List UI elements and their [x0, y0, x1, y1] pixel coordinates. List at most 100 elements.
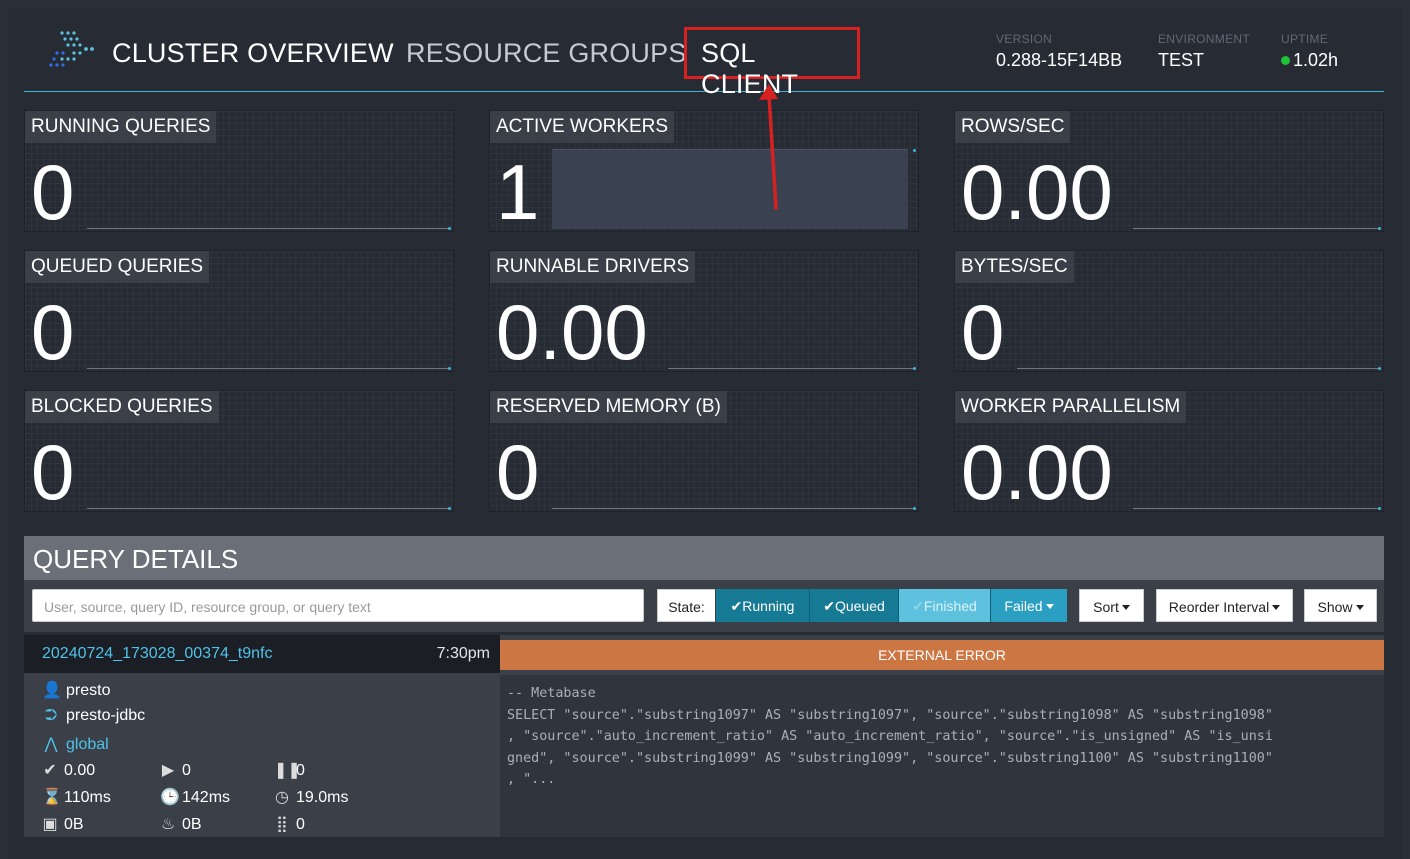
sparkline: [668, 368, 914, 369]
annotation-arrow-icon: [759, 84, 778, 210]
pause-icon: ❚❚: [274, 762, 301, 779]
sparkline-dot: [448, 367, 451, 370]
stat-title: RUNNING QUERIES: [25, 111, 217, 143]
stat-title: ACTIVE WORKERS: [490, 111, 675, 143]
elapsed-time: 🕒 142ms: [160, 787, 230, 807]
sparkline-dot: [1378, 507, 1381, 510]
sort-label: Sort: [1093, 599, 1119, 615]
query-list-item: 20240724_173028_00374_t9nfc 7:30pm EXTER…: [24, 635, 1384, 837]
environment-info: ENVIRONMENT TEST: [1158, 32, 1250, 71]
nav-resource-groups[interactable]: RESOURCE GROUPS: [406, 38, 687, 69]
environment-label: ENVIRONMENT: [1158, 32, 1250, 46]
memory: ▣ 0B: [42, 814, 83, 834]
query-time: 7:30pm: [436, 645, 490, 662]
elapsed-time-value: 142ms: [182, 789, 231, 806]
queued-splits-value: 0: [296, 762, 305, 779]
stat-title: QUEUED QUERIES: [25, 251, 210, 283]
stat-title: RUNNABLE DRIVERS: [490, 251, 696, 283]
query-sql-text[interactable]: -- Metabase SELECT "source"."substring10…: [500, 675, 1384, 837]
stat-title: RESERVED MEMORY (B): [490, 391, 727, 423]
uptime-value: 1.02h: [1293, 50, 1339, 70]
sparkline: [87, 368, 449, 369]
query-user: 👤 presto: [42, 680, 110, 700]
filter-finished-button[interactable]: ✔Finished: [898, 589, 990, 622]
peak-memory-value: 0B: [182, 816, 202, 833]
stat-value: 0.00: [496, 288, 648, 376]
stat-reserved-memory: RESERVED MEMORY (B) 0: [489, 390, 919, 516]
stat-title: ROWS/SEC: [955, 111, 1071, 143]
query-user-value: presto: [66, 682, 111, 699]
user-icon: 👤: [42, 682, 62, 699]
play-icon: ▶: [161, 762, 175, 779]
filter-queued-button[interactable]: ✔Queued: [809, 589, 898, 622]
running-splits-value: 0: [182, 762, 191, 779]
fire-icon: ♨: [160, 816, 176, 833]
caret-down-icon: [1355, 605, 1364, 610]
show-label: Show: [1317, 599, 1353, 615]
filter-failed-label: Failed: [1004, 598, 1043, 614]
stat-title: WORKER PARALLELISM: [955, 391, 1187, 423]
road-icon: ⋀: [44, 736, 58, 753]
show-dropdown[interactable]: Show: [1304, 589, 1377, 622]
stat-value: 0: [961, 288, 1005, 376]
caret-down-icon: [1121, 605, 1130, 610]
reorder-label: Reorder Interval: [1168, 599, 1270, 615]
stat-title: BYTES/SEC: [955, 251, 1074, 283]
stat-value: 0: [31, 428, 75, 516]
environment-value: TEST: [1158, 50, 1205, 70]
stat-rows-sec: ROWS/SEC 0.00: [954, 110, 1384, 233]
filter-failed-dropdown[interactable]: Failed: [990, 589, 1067, 622]
check-icon: ✔: [43, 762, 57, 779]
uptime-info: UPTIME 1.02h: [1281, 32, 1338, 71]
nav-cluster-overview[interactable]: CLUSTER OVERVIEW: [112, 38, 394, 69]
stat-value: 0: [31, 288, 75, 376]
nav-sql-client[interactable]: SQL CLIENT: [684, 27, 860, 99]
log-in-icon: ⮊: [44, 707, 58, 724]
query-source: ⮊ presto-jdbc: [42, 707, 145, 725]
check-icon: ✔: [912, 598, 924, 614]
cumulative-memory: ⣿ 0: [274, 814, 305, 834]
sparkline: [552, 508, 914, 509]
completed-splits: ✔ 0.00: [42, 760, 95, 780]
hourglass-icon: ⌛: [42, 789, 62, 806]
query-state-bar: EXTERNAL ERROR: [500, 640, 1384, 670]
query-details-title: QUERY DETAILS: [24, 536, 1384, 580]
sparkline-dot: [448, 227, 451, 230]
clock-icon: 🕒: [160, 789, 180, 806]
state-label: State:: [657, 589, 715, 622]
stat-value: 0.00: [961, 428, 1113, 516]
check-icon: ✔: [823, 598, 835, 614]
sparkline: [87, 228, 449, 229]
stat-title: BLOCKED QUERIES: [25, 391, 219, 423]
queued-splits: ❚❚0: [274, 760, 305, 780]
cpu-time: ◷ 19.0ms: [274, 787, 348, 807]
filter-queued-label: Queued: [834, 598, 885, 614]
reorder-interval-dropdown[interactable]: Reorder Interval: [1156, 589, 1293, 622]
caret-down-icon: [1272, 605, 1281, 610]
query-source-value: presto-jdbc: [66, 707, 146, 724]
query-toolbar: User, source, query ID, resource group, …: [24, 580, 1384, 632]
sort-dropdown[interactable]: Sort: [1079, 589, 1144, 622]
sparkline-dot: [913, 367, 916, 370]
version-value: 0.288-15F14BB: [996, 50, 1123, 70]
sparkline-dot: [1378, 227, 1381, 230]
sparkline: [1017, 368, 1379, 369]
equalizer-icon: ⣿: [276, 816, 288, 833]
completed-splits-value: 0.00: [64, 762, 96, 779]
sparkline: [1133, 228, 1379, 229]
query-search-input[interactable]: User, source, query ID, resource group, …: [32, 589, 644, 622]
stat-queued-queries: QUEUED QUERIES 0: [24, 250, 454, 376]
stat-value: 1: [496, 148, 540, 236]
hdd-icon: ▣: [42, 816, 58, 833]
wall-time-value: 110ms: [64, 789, 111, 806]
stat-value: 0: [496, 428, 540, 516]
sparkline-dot: [1378, 367, 1381, 370]
stat-runnable-drivers: RUNNABLE DRIVERS 0.00: [489, 250, 919, 376]
filter-running-label: Running: [742, 598, 795, 614]
version-info: VERSION 0.288-15F14BB: [996, 32, 1122, 71]
filter-running-button[interactable]: ✔Running: [716, 589, 809, 622]
sparkline: [87, 508, 449, 509]
query-resource-group-link[interactable]: global: [66, 736, 109, 753]
query-id-link[interactable]: 20240724_173028_00374_t9nfc: [42, 645, 272, 663]
version-label: VERSION: [996, 32, 1053, 46]
